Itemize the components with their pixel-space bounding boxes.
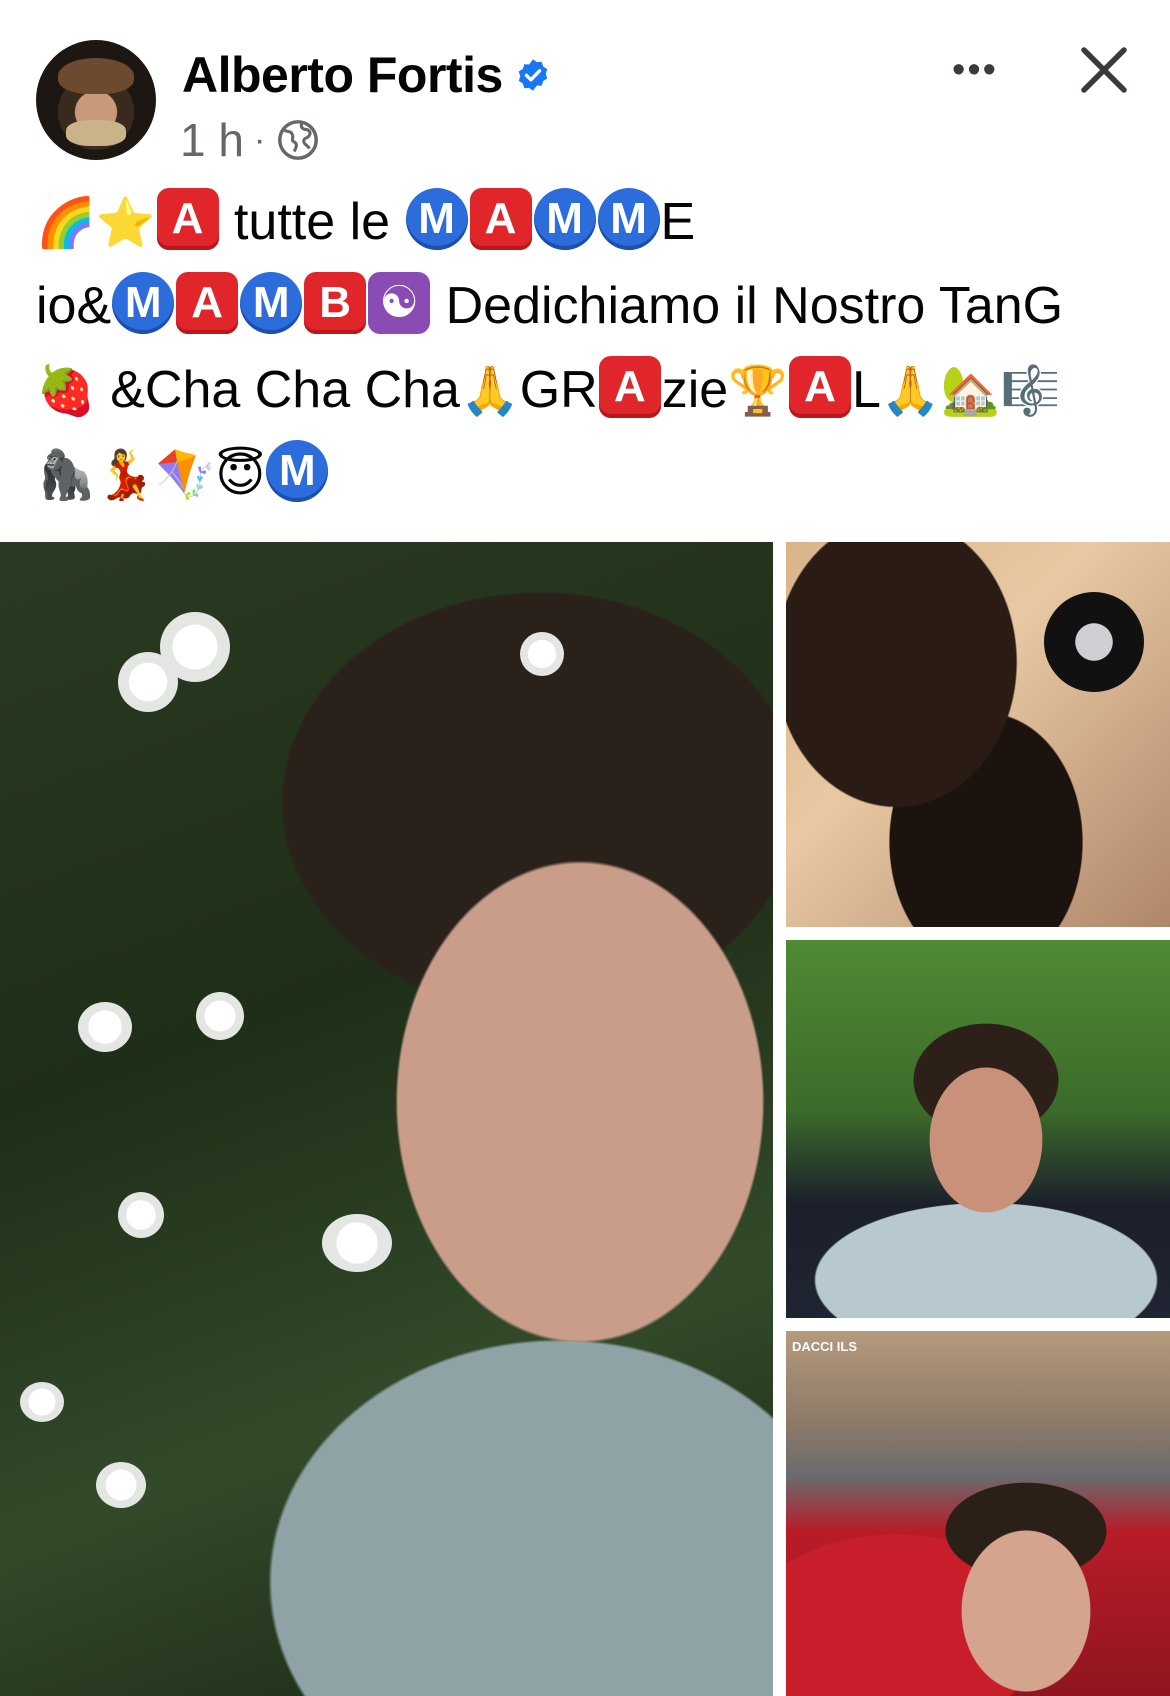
caption-text: L	[851, 361, 881, 419]
author-name-row: Alberto Fortis	[182, 40, 551, 110]
photo-gorilla-costume-record[interactable]	[786, 542, 1170, 927]
caption-emoji: 😇	[215, 447, 266, 503]
caption-emoji: 🍓	[36, 363, 96, 419]
caption-emoji: 🦍	[36, 447, 96, 503]
caption-text: io&	[36, 277, 112, 335]
caption-text: GR	[519, 361, 598, 419]
verified-badge-icon	[518, 59, 548, 91]
caption-letter-badge: M	[240, 272, 303, 335]
globe-icon	[278, 120, 319, 160]
photo-selfie-trees[interactable]	[786, 940, 1170, 1318]
caption-text: Dedichiamo il Nostro TanG	[431, 277, 1064, 335]
close-icon[interactable]	[1074, 40, 1134, 100]
author-avatar[interactable]	[36, 40, 156, 160]
caption-line: 🌈⭐ A tutte le MAMME	[36, 180, 1146, 264]
photo-main-selfie-roses[interactable]	[0, 542, 773, 1696]
caption-letter-badge: A	[598, 356, 661, 419]
post-header: Alberto Fortis 1 h · •••	[0, 0, 1170, 170]
caption-letter-badge: M	[405, 188, 468, 251]
caption-emoji: ⭐	[95, 195, 156, 251]
photo-selfie-flowers-tram[interactable]: DACCI ILS	[786, 1331, 1170, 1696]
caption-emoji: 🎼	[1000, 363, 1061, 419]
caption-text: E	[660, 193, 696, 251]
caption-letter-badge: A	[156, 188, 219, 251]
caption-letter-badge: M	[597, 188, 660, 251]
caption-emoji: 🙏	[880, 363, 941, 419]
caption-letter-badge: M	[112, 272, 175, 335]
caption-line: 🍓 &Cha Cha Cha🙏GR Azie🏆 A L🙏🏡🎼	[36, 348, 1146, 432]
caption-letter-badge: M	[533, 188, 596, 251]
post-caption: 🌈⭐ A tutte le MAMME io& M A M B ☯ Dedichiamo i…	[36, 180, 1146, 516]
caption-emoji: 💃	[95, 447, 156, 503]
caption-letter-badge: M	[266, 440, 329, 503]
caption-letter-badge: A	[176, 272, 239, 335]
caption-emoji: 🏆	[728, 363, 788, 419]
more-options-button[interactable]: •••	[940, 40, 1010, 100]
photo-sign-text: DACCI ILS	[792, 1339, 857, 1354]
caption-letter-badge: A	[788, 356, 851, 419]
caption-line: io& M A M B ☯ Dedichiamo il Nostro TanG	[36, 264, 1146, 348]
caption-text: &Cha Cha Cha	[95, 361, 460, 419]
caption-emoji: 🪁	[155, 447, 216, 503]
caption-emoji: 🌈	[36, 195, 96, 251]
author-name[interactable]: Alberto Fortis	[182, 46, 503, 104]
caption-letter-badge: ☯	[368, 272, 431, 335]
meta-separator: ·	[253, 120, 266, 159]
caption-text: zie	[661, 361, 729, 419]
caption-letter-badge: A	[469, 188, 532, 251]
caption-emoji: 🏡	[940, 363, 1001, 419]
post-time[interactable]: 1 h	[180, 113, 244, 167]
post-meta: 1 h ·	[180, 112, 321, 168]
caption-letter-badge: B	[304, 272, 367, 335]
photo-grid: DACCI ILS	[0, 542, 1170, 1696]
caption-line: 🦍💃🪁😇 M	[36, 432, 1146, 516]
caption-emoji: 🙏	[459, 363, 520, 419]
caption-text: tutte le	[219, 193, 405, 251]
